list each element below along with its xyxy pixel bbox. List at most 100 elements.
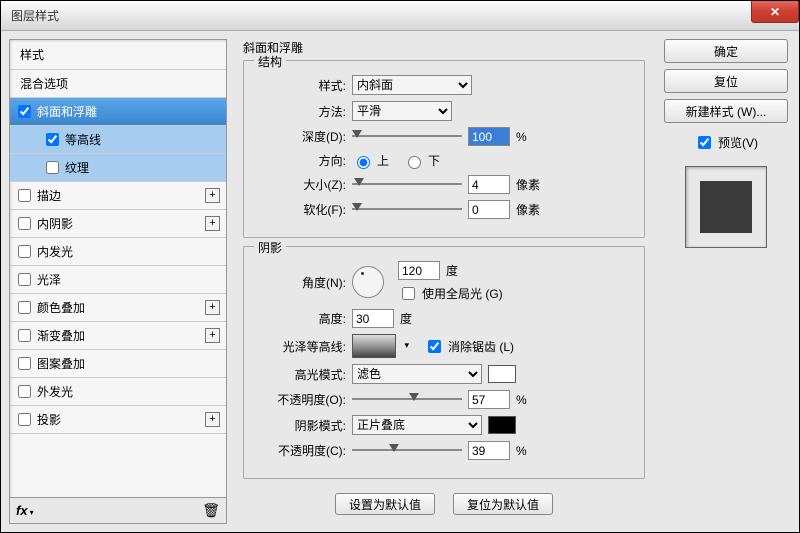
window-title: 图层样式 bbox=[11, 7, 59, 24]
style-check-outer-glow[interactable] bbox=[18, 385, 31, 398]
style-label: 描边 bbox=[37, 187, 61, 204]
ok-button[interactable]: 确定 bbox=[664, 39, 788, 63]
style-label: 颜色叠加 bbox=[37, 299, 85, 316]
style-gradient-overlay[interactable]: 渐变叠加 + bbox=[10, 322, 226, 350]
panel-heading: 斜面和浮雕 bbox=[243, 39, 645, 56]
highlight-opacity-slider[interactable] bbox=[352, 393, 462, 407]
angle-dial[interactable] bbox=[352, 266, 384, 298]
style-check-color-overlay[interactable] bbox=[18, 301, 31, 314]
soften-label: 软化(F): bbox=[256, 201, 346, 218]
style-label: 外发光 bbox=[37, 383, 73, 400]
shadow-opacity-input[interactable] bbox=[468, 441, 510, 460]
style-select[interactable]: 内斜面 bbox=[352, 75, 472, 95]
style-check-satin[interactable] bbox=[18, 273, 31, 286]
size-slider[interactable] bbox=[352, 178, 462, 192]
sidebar-footer: fx 🗑 bbox=[9, 498, 227, 524]
highlight-mode-select[interactable]: 滤色 bbox=[352, 364, 482, 384]
make-default-button[interactable]: 设置为默认值 bbox=[335, 493, 435, 515]
style-texture[interactable]: 纹理 bbox=[10, 154, 226, 182]
soften-input[interactable] bbox=[468, 200, 510, 219]
style-outer-glow[interactable]: 外发光 bbox=[10, 378, 226, 406]
style-label: 等高线 bbox=[65, 131, 101, 148]
highlight-opacity-input[interactable] bbox=[468, 390, 510, 409]
dialog-body: 样式 混合选项 斜面和浮雕 等高线 纹理 描边 + bbox=[1, 31, 799, 532]
add-icon[interactable]: + bbox=[205, 300, 220, 315]
style-check-bevel[interactable] bbox=[18, 105, 31, 118]
angle-label: 角度(N): bbox=[256, 274, 346, 291]
style-label: 斜面和浮雕 bbox=[37, 103, 97, 120]
style-check-inner-glow[interactable] bbox=[18, 245, 31, 258]
style-check-pattern-overlay[interactable] bbox=[18, 357, 31, 370]
shading-group: 阴影 角度(N): 度 使用全局光 (G) 高度: 度 bbox=[243, 246, 645, 479]
global-light-check[interactable]: 使用全局光 (G) bbox=[398, 284, 503, 303]
add-icon[interactable]: + bbox=[205, 188, 220, 203]
style-check-inner-shadow[interactable] bbox=[18, 217, 31, 230]
fx-menu-icon[interactable]: fx bbox=[16, 503, 34, 518]
style-pattern-overlay[interactable]: 图案叠加 bbox=[10, 350, 226, 378]
shadow-opacity-slider[interactable] bbox=[352, 444, 462, 458]
style-satin[interactable]: 光泽 bbox=[10, 266, 226, 294]
style-check-contour[interactable] bbox=[46, 133, 59, 146]
depth-input[interactable] bbox=[468, 127, 510, 146]
styles-header[interactable]: 样式 bbox=[10, 40, 226, 70]
direction-down-radio[interactable]: 下 bbox=[403, 152, 440, 169]
structure-group: 结构 样式: 内斜面 方法: 平滑 深度(D): % 方向: bbox=[243, 60, 645, 238]
style-color-overlay[interactable]: 颜色叠加 + bbox=[10, 294, 226, 322]
size-unit: 像素 bbox=[516, 176, 540, 193]
style-check-drop-shadow[interactable] bbox=[18, 413, 31, 426]
altitude-unit: 度 bbox=[400, 310, 412, 327]
cancel-button[interactable]: 复位 bbox=[664, 69, 788, 93]
depth-unit: % bbox=[516, 130, 527, 144]
gloss-contour-swatch[interactable] bbox=[352, 334, 396, 358]
depth-slider[interactable] bbox=[352, 130, 462, 144]
add-icon[interactable]: + bbox=[205, 412, 220, 427]
style-label: 内阴影 bbox=[37, 215, 73, 232]
style-bevel-emboss[interactable]: 斜面和浮雕 bbox=[10, 98, 226, 126]
style-label: 图案叠加 bbox=[37, 355, 85, 372]
shading-title: 阴影 bbox=[254, 239, 286, 256]
shadow-color-swatch[interactable] bbox=[488, 416, 516, 434]
style-check-texture[interactable] bbox=[46, 161, 59, 174]
style-inner-glow[interactable]: 内发光 bbox=[10, 238, 226, 266]
altitude-input[interactable] bbox=[352, 309, 394, 328]
close-button[interactable]: ✕ bbox=[751, 1, 799, 23]
gloss-contour-label: 光泽等高线: bbox=[256, 338, 346, 355]
opacity-unit: % bbox=[516, 393, 527, 407]
styles-list: 样式 混合选项 斜面和浮雕 等高线 纹理 描边 + bbox=[9, 39, 227, 498]
style-drop-shadow[interactable]: 投影 + bbox=[10, 406, 226, 434]
settings-panel: 斜面和浮雕 结构 样式: 内斜面 方法: 平滑 深度(D): % bbox=[235, 39, 653, 524]
depth-label: 深度(D): bbox=[256, 128, 346, 145]
angle-unit: 度 bbox=[446, 262, 458, 279]
soften-slider[interactable] bbox=[352, 203, 462, 217]
shadow-mode-label: 阴影模式: bbox=[256, 417, 346, 434]
style-label: 投影 bbox=[37, 411, 61, 428]
size-input[interactable] bbox=[468, 175, 510, 194]
add-icon[interactable]: + bbox=[205, 328, 220, 343]
antialias-check[interactable]: 消除锯齿 (L) bbox=[424, 337, 514, 356]
direction-label: 方向: bbox=[256, 152, 346, 169]
shadow-mode-select[interactable]: 正片叠底 bbox=[352, 415, 482, 435]
style-stroke[interactable]: 描边 + bbox=[10, 182, 226, 210]
style-check-stroke[interactable] bbox=[18, 189, 31, 202]
shadow-opacity-label: 不透明度(C): bbox=[256, 442, 346, 459]
blending-options-row[interactable]: 混合选项 bbox=[10, 70, 226, 98]
reset-default-button[interactable]: 复位为默认值 bbox=[453, 493, 553, 515]
direction-up-radio[interactable]: 上 bbox=[352, 152, 389, 169]
opacity-unit: % bbox=[516, 444, 527, 458]
trash-icon[interactable]: 🗑 bbox=[202, 502, 220, 519]
highlight-color-swatch[interactable] bbox=[488, 365, 516, 383]
style-contour[interactable]: 等高线 bbox=[10, 126, 226, 154]
add-icon[interactable]: + bbox=[205, 216, 220, 231]
preview-check[interactable]: 预览(V) bbox=[694, 133, 758, 152]
style-inner-shadow[interactable]: 内阴影 + bbox=[10, 210, 226, 238]
altitude-label: 高度: bbox=[256, 310, 346, 327]
style-label: 样式: bbox=[256, 77, 346, 94]
highlight-opacity-label: 不透明度(O): bbox=[256, 391, 346, 408]
new-style-button[interactable]: 新建样式 (W)... bbox=[664, 99, 788, 123]
highlight-mode-label: 高光模式: bbox=[256, 366, 346, 383]
right-buttons: 确定 复位 新建样式 (W)... 预览(V) bbox=[661, 39, 791, 524]
technique-select[interactable]: 平滑 bbox=[352, 101, 452, 121]
titlebar[interactable]: 图层样式 ✕ bbox=[1, 1, 799, 31]
angle-input[interactable] bbox=[398, 261, 440, 280]
style-check-gradient-overlay[interactable] bbox=[18, 329, 31, 342]
